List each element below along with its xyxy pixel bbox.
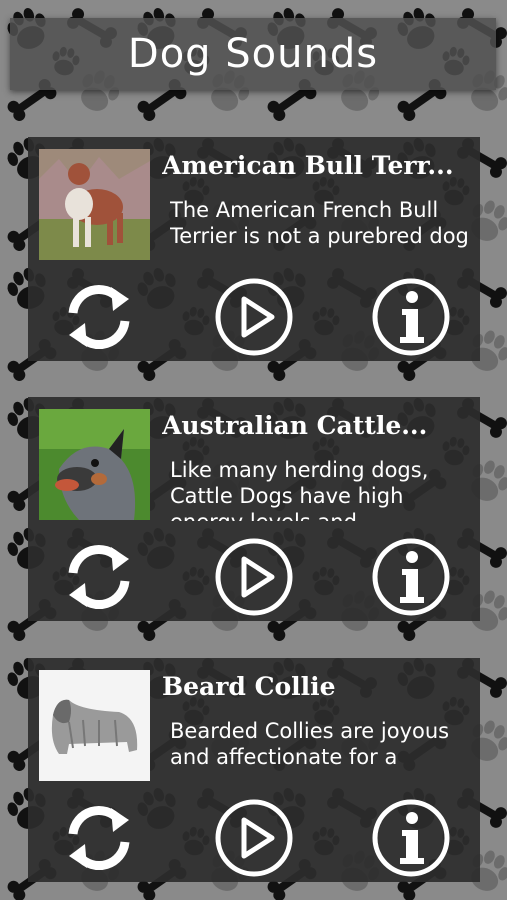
dog-description: Bearded Collies are joyous and affection… bbox=[170, 719, 450, 769]
play-icon bbox=[215, 799, 293, 877]
info-button[interactable] bbox=[371, 798, 451, 878]
play-icon bbox=[215, 538, 293, 616]
dog-card-australian-cattle-dog[interactable]: Australian Cattle... Like many herding d… bbox=[28, 397, 480, 621]
dog-card-american-bull-terrier[interactable]: American Bull Terr... The American Frenc… bbox=[28, 137, 480, 361]
info-icon bbox=[372, 538, 450, 616]
dog-name: Beard Collie bbox=[162, 672, 336, 701]
info-button[interactable] bbox=[371, 537, 451, 617]
play-button[interactable] bbox=[214, 537, 294, 617]
australian-cattle-dog-photo bbox=[39, 409, 150, 520]
play-button[interactable] bbox=[214, 277, 294, 357]
app-header: Dog Sounds bbox=[10, 18, 496, 90]
refresh-button[interactable] bbox=[59, 277, 139, 357]
dog-thumbnail[interactable] bbox=[39, 149, 150, 260]
play-button[interactable] bbox=[214, 798, 294, 878]
dog-name: Australian Cattle... bbox=[162, 411, 428, 440]
refresh-icon bbox=[68, 806, 130, 870]
info-icon bbox=[372, 278, 450, 356]
play-icon bbox=[215, 278, 293, 356]
refresh-button[interactable] bbox=[59, 798, 139, 878]
info-button[interactable] bbox=[371, 277, 451, 357]
dog-card-bearded-collie[interactable]: Beard Collie Bearded Collies are joyous … bbox=[28, 658, 480, 882]
bearded-collie-drawing bbox=[39, 670, 150, 781]
dog-thumbnail[interactable] bbox=[39, 670, 150, 781]
dog-name: American Bull Terr... bbox=[162, 151, 454, 180]
refresh-button[interactable] bbox=[59, 537, 139, 617]
dog-description: The American French Bull Terrier is not … bbox=[170, 198, 469, 248]
refresh-icon bbox=[68, 545, 130, 609]
dog-description: Like many herding dogs, Cattle Dogs have… bbox=[170, 458, 429, 521]
refresh-icon bbox=[68, 285, 130, 349]
american-bull-terrier-photo bbox=[39, 149, 150, 260]
dog-thumbnail[interactable] bbox=[39, 409, 150, 520]
info-icon bbox=[372, 799, 450, 877]
page-title: Dog Sounds bbox=[127, 31, 379, 77]
